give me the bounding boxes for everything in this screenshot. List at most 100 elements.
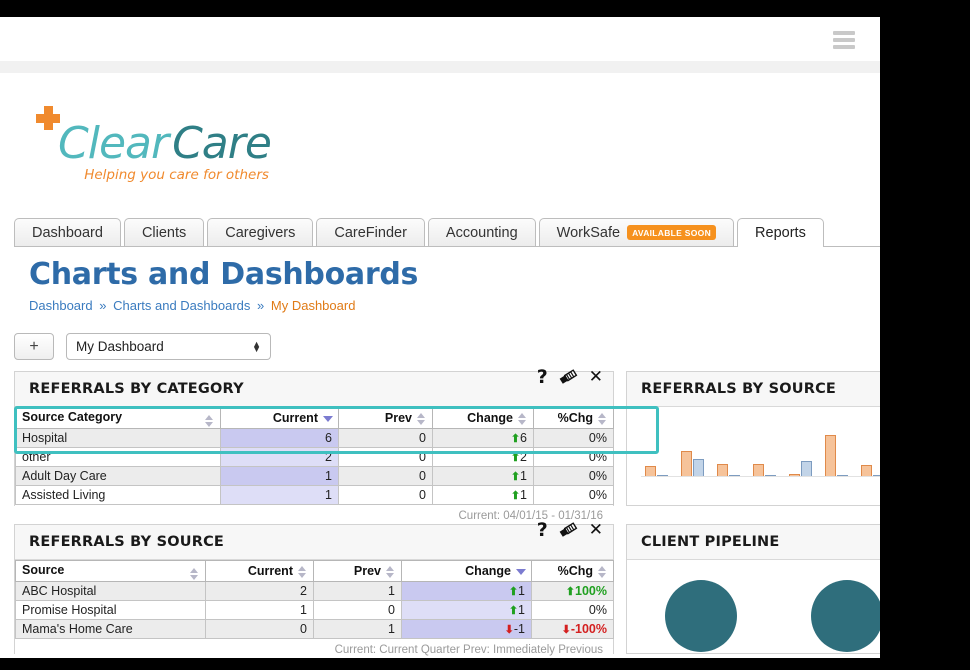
tab-accounting[interactable]: Accounting bbox=[428, 218, 536, 246]
bar-group bbox=[681, 451, 704, 477]
column-header-change[interactable]: Change bbox=[433, 408, 534, 429]
cell-change-value: 1 bbox=[520, 469, 527, 483]
close-icon[interactable]: ✕ bbox=[589, 369, 603, 386]
table-header-row: Source Category Current Prev Change %Chg bbox=[16, 408, 614, 429]
table-row[interactable]: Promise Hospital 1 0 ⬆1 0% bbox=[16, 601, 614, 620]
column-label: Source Category bbox=[22, 410, 122, 424]
cell-prev: 0 bbox=[314, 601, 402, 620]
column-label: Prev bbox=[354, 564, 381, 578]
edit-pencil-icon[interactable] bbox=[559, 369, 578, 386]
column-header-pctchg[interactable]: %Chg bbox=[532, 561, 614, 582]
cell-change-value: 1 bbox=[520, 488, 527, 502]
widget-title: REFERRALS BY SOURCE bbox=[29, 534, 224, 550]
pipeline-stage-new-prospect[interactable]: 8 NEW PROSPECT bbox=[653, 580, 749, 658]
table-row[interactable]: Adult Day Care 1 0 ⬆1 0% bbox=[16, 467, 614, 486]
cell-change: ⬆6 bbox=[433, 429, 534, 448]
stage-circle[interactable] bbox=[665, 580, 737, 652]
arrow-down-icon: ⬇ bbox=[562, 624, 571, 636]
tab-dashboard[interactable]: Dashboard bbox=[14, 218, 121, 246]
cell-source: Assisted Living bbox=[16, 486, 221, 505]
cell-change-value: -1 bbox=[514, 622, 525, 636]
tab-clients[interactable]: Clients bbox=[124, 218, 204, 246]
bar-group bbox=[789, 461, 812, 477]
cell-pctchg: 0% bbox=[532, 601, 614, 620]
cell-current: 6 bbox=[221, 429, 339, 448]
tab-worksafe[interactable]: WorkSafe AVAILABLE SOON bbox=[539, 218, 734, 246]
close-icon[interactable]: ✕ bbox=[589, 522, 603, 539]
cell-change: ⬆1 bbox=[402, 582, 532, 601]
cell-change: ⬆2 bbox=[433, 448, 534, 467]
main-navigation: Dashboard Clients Caregivers CareFinder … bbox=[14, 218, 880, 247]
hamburger-icon[interactable] bbox=[833, 31, 855, 49]
tab-carefinder[interactable]: CareFinder bbox=[316, 218, 425, 246]
dashboard-select[interactable]: My Dashboard ▲ ▼ bbox=[66, 333, 271, 360]
breadcrumb-item-charts[interactable]: Charts and Dashboards bbox=[113, 298, 250, 313]
page-canvas: Clear Care Helping you care for others D… bbox=[0, 73, 880, 658]
sort-icon bbox=[205, 415, 214, 427]
table-row[interactable]: other 2 0 ⬆2 0% bbox=[16, 448, 614, 467]
sort-icon bbox=[598, 566, 607, 578]
widget-footer-daterange: Current: Current Quarter Prev: Immediate… bbox=[15, 639, 613, 658]
column-label: %Chg bbox=[558, 411, 593, 425]
widget-header: CLIENT PIPELINE bbox=[627, 525, 880, 560]
cell-source: other bbox=[16, 448, 221, 467]
table-row[interactable]: Assisted Living 1 0 ⬆1 0% bbox=[16, 486, 614, 505]
column-header-source-category[interactable]: Source Category bbox=[16, 408, 221, 429]
column-header-current[interactable]: Current bbox=[221, 408, 339, 429]
arrow-up-icon: ⬆ bbox=[511, 471, 520, 483]
column-header-change[interactable]: Change bbox=[402, 561, 532, 582]
cell-change-value: 1 bbox=[518, 603, 525, 617]
hamburger-bar bbox=[833, 31, 855, 35]
sort-icon bbox=[190, 568, 199, 580]
bar-current bbox=[825, 435, 836, 477]
table-row[interactable]: Mama's Home Care 0 1 ⬇-1 ⬇-100% bbox=[16, 620, 614, 639]
column-header-prev[interactable]: Prev bbox=[314, 561, 402, 582]
tab-label: WorkSafe bbox=[557, 225, 620, 241]
widget-title: REFERRALS BY SOURCE bbox=[641, 381, 836, 397]
edit-pencil-icon[interactable] bbox=[559, 522, 578, 539]
table-row[interactable]: Hospital 6 0 ⬆6 0% bbox=[16, 429, 614, 448]
breadcrumb-separator: » bbox=[99, 298, 106, 313]
tab-label: Caregivers bbox=[225, 225, 295, 241]
breadcrumb-item-dashboard[interactable]: Dashboard bbox=[29, 298, 93, 313]
help-icon[interactable]: ? bbox=[537, 521, 548, 540]
help-icon[interactable]: ? bbox=[537, 368, 548, 387]
sort-icon bbox=[417, 413, 426, 425]
chevron-updown-icon: ▲ ▼ bbox=[252, 342, 261, 352]
referrals-by-source-table: Source Current Prev Change %Chg ABC Hosp… bbox=[15, 560, 614, 639]
column-header-prev[interactable]: Prev bbox=[339, 408, 433, 429]
add-widget-button[interactable]: + bbox=[14, 333, 54, 360]
column-header-pctchg[interactable]: %Chg bbox=[534, 408, 614, 429]
sort-icon-active bbox=[323, 416, 332, 422]
bar-group bbox=[825, 435, 848, 477]
stage-count: 7 bbox=[799, 657, 880, 658]
cell-pctchg: 0% bbox=[534, 486, 614, 505]
tab-reports[interactable]: Reports bbox=[737, 218, 824, 247]
cell-prev: 0 bbox=[339, 448, 433, 467]
window-right-band bbox=[880, 17, 970, 670]
widget-referrals-by-category: REFERRALS BY CATEGORY ? ✕ Source Categor… bbox=[14, 371, 614, 506]
widget-tools: ? ✕ bbox=[537, 368, 603, 387]
table-row[interactable]: ABC Hospital 2 1 ⬆1 ⬆100% bbox=[16, 582, 614, 601]
cell-prev: 0 bbox=[339, 486, 433, 505]
column-label: Current bbox=[248, 564, 293, 578]
stage-circle[interactable] bbox=[811, 580, 880, 652]
pipeline-stage-assessment[interactable]: 7 ASSESSMENT bbox=[799, 580, 880, 658]
bar-prev bbox=[693, 459, 704, 477]
widget-header: REFERRALS BY SOURCE bbox=[627, 372, 880, 407]
cell-pctchg-value: 100% bbox=[575, 584, 607, 598]
tab-caregivers[interactable]: Caregivers bbox=[207, 218, 313, 246]
column-label: Change bbox=[465, 564, 511, 578]
chevron-down-icon: ▼ bbox=[252, 347, 261, 352]
cell-pctchg-value: -100% bbox=[571, 622, 607, 636]
column-header-current[interactable]: Current bbox=[206, 561, 314, 582]
breadcrumb-separator: » bbox=[257, 298, 264, 313]
clearcare-logo[interactable]: Clear Care Helping you care for others bbox=[36, 118, 271, 183]
sort-icon-active bbox=[516, 569, 525, 575]
cell-source: Adult Day Care bbox=[16, 467, 221, 486]
plus-icon bbox=[36, 106, 60, 130]
column-header-source[interactable]: Source bbox=[16, 561, 206, 582]
chart-baseline bbox=[641, 476, 880, 477]
widget-tools: ? ✕ bbox=[537, 521, 603, 540]
cell-change-value: 1 bbox=[518, 584, 525, 598]
